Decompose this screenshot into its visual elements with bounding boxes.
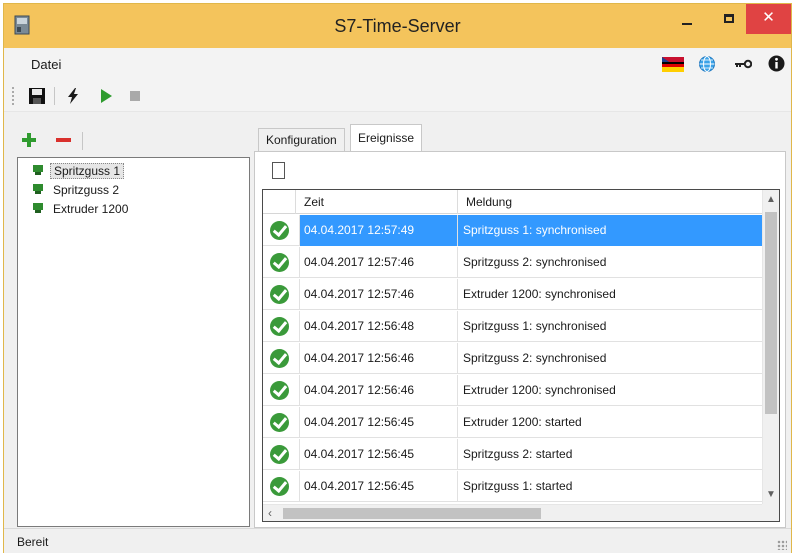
cell-zeit: 04.04.2017 12:56:45: [299, 471, 457, 502]
status-cell: [263, 375, 295, 406]
check-icon: [270, 221, 289, 240]
toolbar-separator: [82, 132, 83, 150]
event-row[interactable]: 04.04.2017 12:57:46 Extruder 1200: synchr…: [263, 279, 772, 310]
event-row[interactable]: 04.04.2017 12:57:49 Spritzguss 1: synchro…: [263, 215, 772, 246]
globe-icon[interactable]: [698, 55, 716, 73]
column-header-meldung[interactable]: Meldung: [466, 195, 512, 209]
stop-icon[interactable]: [126, 87, 144, 105]
events-panel: Zeit Meldung 04.04.2017 12:57:49 Spritzgu…: [254, 151, 786, 528]
events-grid[interactable]: Zeit Meldung 04.04.2017 12:57:49 Spritzgu…: [262, 189, 780, 522]
status-cell: [263, 471, 295, 502]
tab-ereignisse[interactable]: Ereignisse: [350, 124, 423, 152]
cell-meldung: Spritzguss 2: synchronised: [457, 343, 772, 374]
status-cell: [263, 343, 295, 374]
cell-meldung: Spritzguss 2: started: [457, 439, 772, 470]
remove-device-button[interactable]: [50, 130, 76, 150]
cell-meldung: Extruder 1200: started: [457, 407, 772, 438]
save-icon[interactable]: [28, 87, 46, 105]
tree-item-label: Extruder 1200: [53, 202, 129, 216]
cell-zeit: 04.04.2017 12:57:49: [299, 215, 457, 246]
event-row[interactable]: 04.04.2017 12:56:45 Extruder 1200: starte…: [263, 407, 772, 438]
cell-meldung: Extruder 1200: synchronised: [457, 375, 772, 406]
cell-zeit: 04.04.2017 12:57:46: [299, 279, 457, 310]
cell-meldung: Spritzguss 1: synchronised: [457, 311, 772, 342]
tree-item-label: Spritzguss 2: [53, 183, 120, 197]
horizontal-scrollbar[interactable]: ‹ ›: [263, 504, 772, 521]
menu-datei[interactable]: Datei: [31, 57, 61, 72]
cell-meldung: Spritzguss 2: synchronised: [457, 247, 772, 278]
event-row[interactable]: 04.04.2017 12:56:45 Spritzguss 2: started: [263, 439, 772, 470]
status-cell: [263, 215, 295, 246]
check-icon: [270, 285, 289, 304]
clear-log-icon[interactable]: [272, 162, 285, 179]
event-row[interactable]: 04.04.2017 12:57:46 Spritzguss 2: synchro…: [263, 247, 772, 278]
tree-item-extruder-1200[interactable]: Extruder 1200: [33, 200, 131, 218]
lightning-icon[interactable]: [64, 87, 82, 105]
device-toolbar: [18, 130, 258, 152]
scroll-down-icon[interactable]: ▼: [766, 489, 776, 500]
check-icon: [270, 317, 289, 336]
check-icon: [270, 445, 289, 464]
cell-zeit: 04.04.2017 12:56:46: [299, 343, 457, 374]
check-icon: [270, 477, 289, 496]
event-row[interactable]: 04.04.2017 12:56:46 Spritzguss 2: synchro…: [263, 343, 772, 374]
key-icon[interactable]: [734, 57, 752, 71]
close-button[interactable]: ✕: [746, 4, 791, 34]
flag-icon[interactable]: [662, 57, 684, 72]
scroll-up-icon[interactable]: ▲: [766, 194, 776, 205]
cell-meldung: Spritzguss 1: started: [457, 471, 772, 502]
minimize-icon: [682, 23, 692, 25]
play-icon[interactable]: [97, 87, 115, 105]
plc-icon: [33, 203, 43, 213]
cell-meldung: Spritzguss 1: synchronised: [457, 215, 772, 246]
cell-zeit: 04.04.2017 12:56:48: [299, 311, 457, 342]
cell-zeit: 04.04.2017 12:56:46: [299, 375, 457, 406]
toolbar-separator: [54, 87, 55, 105]
menu-bar: Datei: [4, 48, 791, 80]
vertical-scroll-thumb[interactable]: [765, 212, 777, 414]
check-icon: [270, 413, 289, 432]
check-icon: [270, 253, 289, 272]
check-icon: [270, 381, 289, 400]
app-window: S7-Time-Server ✕ Datei Spritzguss 1 Spri…: [3, 3, 792, 553]
cell-meldung: Extruder 1200: synchronised: [457, 279, 772, 310]
minimize-button[interactable]: [666, 4, 708, 34]
column-header-zeit[interactable]: Zeit: [304, 195, 324, 209]
maximize-icon: [724, 14, 734, 23]
event-row[interactable]: 04.04.2017 12:56:46 Extruder 1200: synchr…: [263, 375, 772, 406]
horizontal-scroll-thumb[interactable]: [283, 508, 541, 519]
plc-icon: [33, 165, 43, 175]
check-icon: [270, 349, 289, 368]
vertical-scrollbar[interactable]: ▲ ▼: [762, 190, 779, 504]
cell-zeit: 04.04.2017 12:56:45: [299, 439, 457, 470]
event-row[interactable]: 04.04.2017 12:56:45 Spritzguss 1: started: [263, 471, 772, 502]
status-cell: [263, 407, 295, 438]
cell-zeit: 04.04.2017 12:57:46: [299, 247, 457, 278]
tab-konfiguration[interactable]: Konfiguration: [258, 128, 345, 152]
title-bar[interactable]: S7-Time-Server ✕: [4, 4, 791, 48]
status-bar: Bereit: [4, 528, 791, 553]
tree-item-label: Spritzguss 1: [50, 163, 125, 179]
status-cell: [263, 439, 295, 470]
status-cell: [263, 279, 295, 310]
resize-grip[interactable]: [777, 540, 787, 550]
minus-icon: [56, 138, 71, 142]
scroll-left-icon[interactable]: ‹: [268, 506, 272, 520]
grid-header: Zeit Meldung: [263, 190, 772, 214]
toolbar: [4, 80, 791, 112]
status-cell: [263, 247, 295, 278]
add-device-button[interactable]: [18, 130, 42, 150]
status-text: Bereit: [17, 535, 49, 549]
scrollbar-corner: [762, 504, 779, 521]
toolbar-grip[interactable]: [12, 87, 14, 105]
maximize-button[interactable]: [708, 4, 750, 34]
event-row[interactable]: 04.04.2017 12:56:48 Spritzguss 1: synchro…: [263, 311, 772, 342]
info-icon[interactable]: [768, 55, 785, 72]
plc-icon: [33, 184, 43, 194]
status-cell: [263, 311, 295, 342]
cell-zeit: 04.04.2017 12:56:45: [299, 407, 457, 438]
tree-item-spritzguss-2[interactable]: Spritzguss 2: [33, 181, 122, 199]
tree-item-spritzguss-1[interactable]: Spritzguss 1: [33, 162, 125, 180]
device-tree[interactable]: Spritzguss 1 Spritzguss 2 Extruder 1200: [17, 157, 250, 527]
